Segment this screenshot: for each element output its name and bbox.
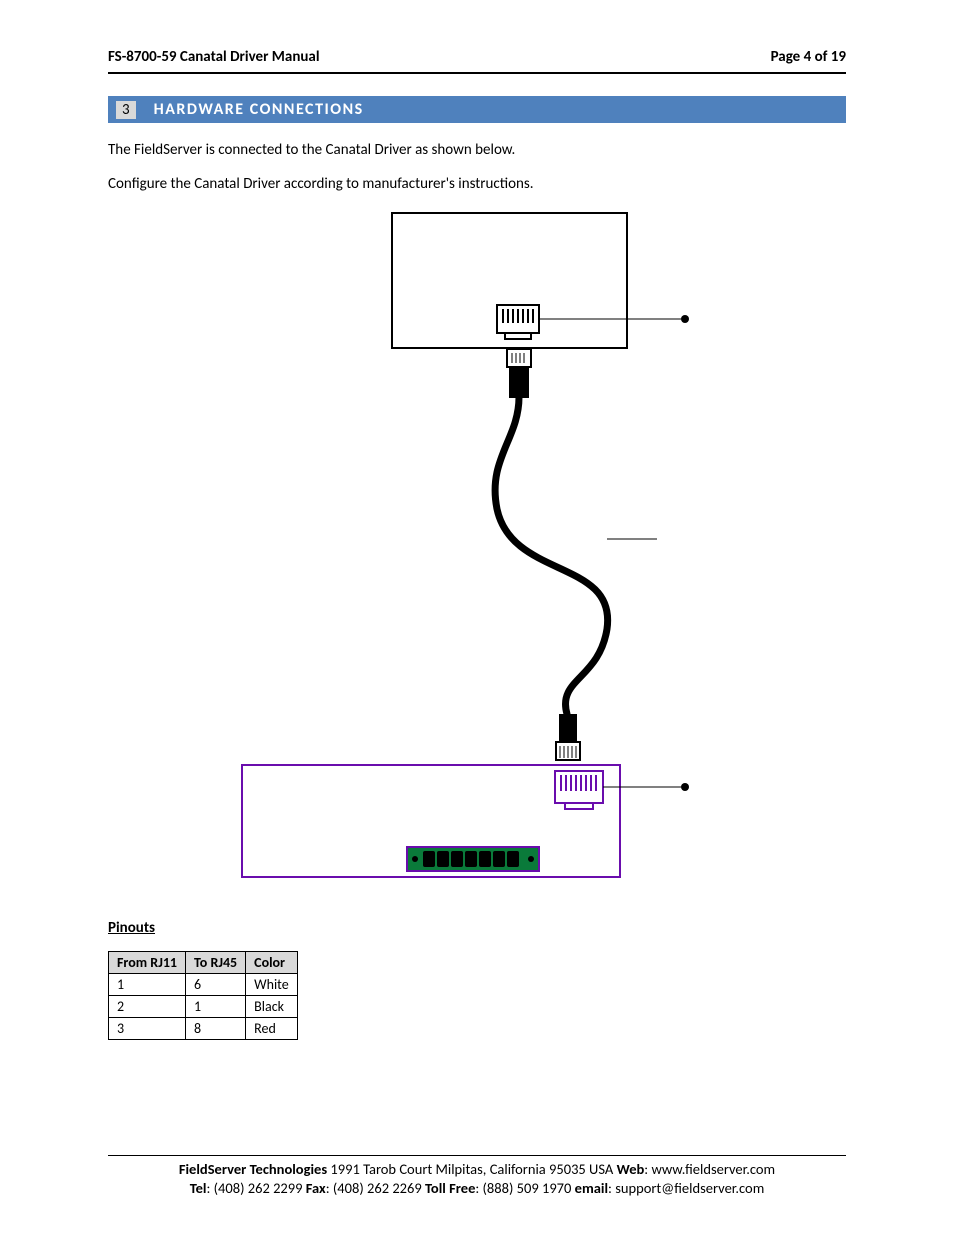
footer-fax-label: Fax (306, 1179, 326, 1197)
page-header: FS-8700-59 Canatal Driver Manual Page 4 … (108, 48, 846, 74)
paragraph-2: Configure the Canatal Driver according t… (108, 175, 846, 193)
section-title: HARDWARE CONNECTIONS (154, 100, 364, 119)
footer-web-label: Web (617, 1160, 645, 1178)
footer-tel-label: Tel (190, 1179, 207, 1197)
col-from-rj11: From RJ11 (109, 952, 186, 974)
rj11-plug-icon (507, 349, 531, 397)
paragraph-1: The FieldServer is connected to the Cana… (108, 141, 846, 159)
table-header-row: From RJ11 To RJ45 Color (109, 952, 298, 974)
footer-email-label: email (575, 1179, 608, 1197)
pinouts-heading: Pinouts (108, 919, 846, 937)
section-heading: 3 HARDWARE CONNECTIONS (108, 96, 846, 123)
doc-title: FS-8700-59 Canatal Driver Manual (108, 48, 320, 66)
wiring-diagram-svg (237, 209, 717, 879)
connection-diagram (108, 209, 846, 879)
pinouts-table: From RJ11 To RJ45 Color 1 6 White 2 1 Bl… (108, 951, 298, 1040)
rj45-plug-icon (556, 714, 580, 760)
table-row: 2 1 Black (109, 996, 298, 1018)
footer-company: FieldServer Technologies (179, 1160, 327, 1178)
rj11-port-icon (497, 305, 539, 339)
col-color: Color (246, 952, 298, 974)
footer-tollfree-label: Toll Free (425, 1179, 475, 1197)
table-row: 3 8 Red (109, 1018, 298, 1040)
rj45-port-icon (555, 771, 603, 809)
table-row: 1 6 White (109, 974, 298, 996)
terminal-block-icon (407, 847, 539, 871)
col-to-rj45: To RJ45 (186, 952, 246, 974)
section-number: 3 (116, 101, 136, 119)
cable-icon (495, 397, 608, 714)
page-number: Page 4 of 19 (771, 48, 846, 66)
page-footer: FieldServer Technologies 1991 Tarob Cour… (108, 1155, 846, 1199)
